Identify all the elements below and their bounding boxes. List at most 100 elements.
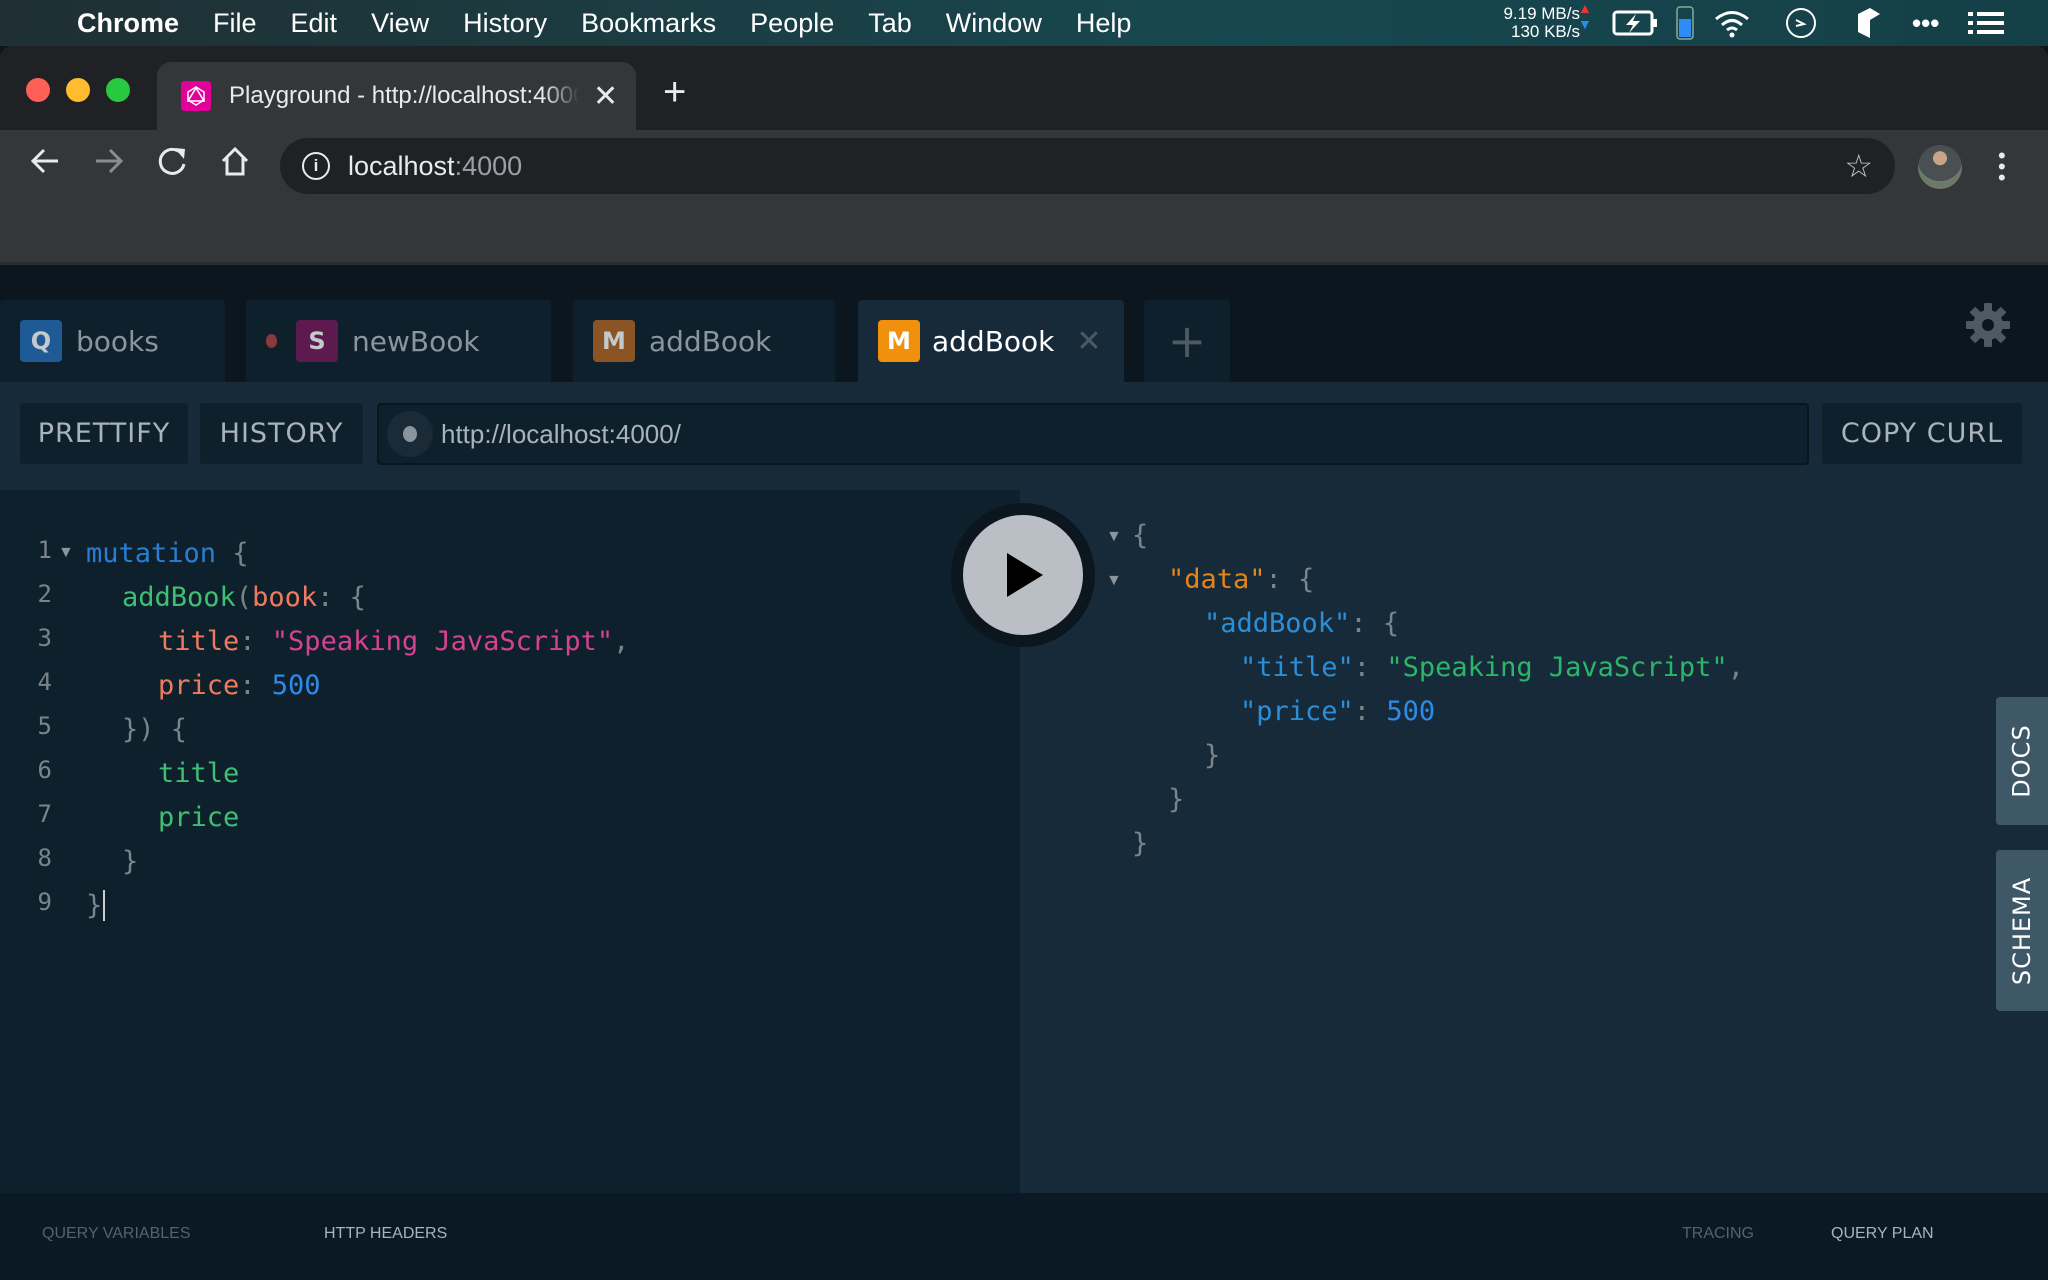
- code-line-4: price: 500: [158, 670, 321, 701]
- history-button[interactable]: HISTORY: [200, 403, 363, 464]
- code-line-8: }: [122, 846, 139, 877]
- tab-close-icon[interactable]: ✕: [1076, 324, 1101, 359]
- browser-tab-title: Playground - http://localhost:4000: [229, 82, 579, 109]
- menu-view[interactable]: View: [354, 8, 446, 39]
- result-line-7: }: [1168, 784, 1185, 815]
- window-minimize-button[interactable]: [66, 78, 90, 102]
- result-line-5: "price": 500: [1240, 696, 1436, 727]
- code-arg: title: [158, 626, 240, 657]
- clock-icon[interactable]: [1784, 0, 1818, 46]
- new-tab-button[interactable]: +: [663, 70, 686, 115]
- tab-label: addBook: [649, 324, 772, 358]
- result-line-2: "data": {: [1168, 564, 1315, 595]
- tracing-tab[interactable]: TRACING: [1682, 1225, 1754, 1243]
- battery-icon[interactable]: [1612, 0, 1660, 46]
- line-number: 4: [37, 668, 52, 696]
- code-line-9: }: [86, 884, 106, 928]
- endpoint-url: http://localhost:4000/: [441, 418, 681, 449]
- bookmark-star-icon[interactable]: ☆: [1844, 147, 1873, 185]
- site-info-icon[interactable]: i: [302, 152, 330, 180]
- result-line-8: }: [1132, 828, 1149, 859]
- window-maximize-button[interactable]: [106, 78, 130, 102]
- menu-file[interactable]: File: [196, 8, 274, 39]
- menu-history[interactable]: History: [446, 8, 564, 39]
- line-number: 1: [37, 536, 52, 564]
- tab-close-icon[interactable]: ✕: [593, 79, 618, 114]
- connection-status-icon: [387, 411, 433, 457]
- fold-arrow-icon[interactable]: ▼: [1106, 572, 1122, 590]
- code-keyword: mutation: [86, 538, 217, 569]
- app-status-icon[interactable]: [1854, 0, 1884, 46]
- playground-tab-newbook[interactable]: S newBook: [246, 300, 551, 382]
- json-key: "data": [1168, 564, 1266, 595]
- chrome-menu-icon[interactable]: • • •: [1998, 145, 2006, 189]
- line-number: 7: [37, 800, 52, 828]
- json-string: "Speaking JavaScript": [1386, 652, 1728, 683]
- menu-people[interactable]: People: [733, 8, 851, 39]
- result-line-1: {: [1132, 520, 1149, 551]
- subscription-badge: S: [296, 320, 338, 362]
- mutation-badge: M: [878, 320, 920, 362]
- network-monitor[interactable]: 9.19 MB/s 130 KB/s: [1470, 0, 1580, 46]
- result-line-4: "title": "Speaking JavaScript",: [1240, 652, 1744, 683]
- settings-gear-icon[interactable]: [1965, 302, 2011, 353]
- window-close-button[interactable]: [26, 78, 50, 102]
- menu-tab[interactable]: Tab: [851, 8, 929, 39]
- menu-edit[interactable]: Edit: [274, 8, 355, 39]
- graphql-favicon-icon: [181, 81, 211, 111]
- more-icon[interactable]: •••: [1912, 0, 1939, 46]
- schema-tab-label: SCHEMA: [2008, 876, 2037, 985]
- tab-label: books: [76, 324, 159, 358]
- query-plan-tab[interactable]: QUERY PLAN: [1831, 1225, 1934, 1243]
- code-number: 500: [271, 670, 321, 701]
- line-number: 6: [37, 756, 52, 784]
- back-icon[interactable]: [28, 144, 62, 183]
- prettify-button[interactable]: PRETTIFY: [20, 403, 188, 464]
- home-icon[interactable]: [218, 144, 252, 183]
- code-arg: price: [158, 670, 240, 701]
- menu-bookmarks[interactable]: Bookmarks: [564, 8, 733, 39]
- address-bar[interactable]: i localhost:4000 ☆: [280, 138, 1895, 194]
- reload-icon[interactable]: [155, 144, 189, 183]
- unsaved-dot-icon: [266, 334, 277, 348]
- code-line-1: mutation {: [86, 538, 249, 569]
- browser-blank-strip: [0, 195, 2048, 265]
- add-tab-button[interactable]: +: [1144, 300, 1230, 382]
- query-badge: Q: [20, 320, 62, 362]
- browser-tab[interactable]: Playground - http://localhost:4000 ✕: [157, 62, 636, 130]
- code-line-5: }) {: [122, 714, 188, 745]
- menu-help[interactable]: Help: [1059, 8, 1149, 39]
- menu-app-name[interactable]: Chrome: [60, 8, 196, 39]
- json-key: "title": [1240, 652, 1354, 683]
- forward-icon[interactable]: [92, 144, 126, 183]
- play-icon: [1007, 553, 1043, 597]
- line-number: 3: [37, 624, 52, 652]
- playground-tab-addbook-active[interactable]: M addBook ✕: [858, 300, 1124, 382]
- url-port: :4000: [454, 150, 523, 181]
- playground-tab-books[interactable]: Q books: [0, 300, 225, 382]
- list-icon[interactable]: [1968, 0, 2004, 46]
- schema-tab[interactable]: SCHEMA: [1996, 850, 2048, 1011]
- playground-tab-addbook[interactable]: M addBook: [573, 300, 835, 382]
- docs-tab-label: DOCS: [2008, 724, 2036, 798]
- endpoint-input[interactable]: http://localhost:4000/: [377, 403, 1809, 465]
- line-number: 8: [37, 844, 52, 872]
- docs-tab[interactable]: DOCS: [1996, 697, 2048, 825]
- tab-label: addBook: [932, 324, 1055, 358]
- code-line-7: price: [158, 796, 239, 840]
- code-arg: book: [252, 582, 318, 613]
- query-variables-tab[interactable]: QUERY VARIABLES: [42, 1225, 191, 1243]
- fold-arrow-icon[interactable]: ▼: [58, 544, 74, 562]
- mutation-badge: M: [593, 320, 635, 362]
- code-line-6: title: [158, 752, 239, 796]
- wifi-icon[interactable]: [1712, 0, 1752, 46]
- profile-avatar[interactable]: [1918, 145, 1962, 189]
- execute-query-button[interactable]: [951, 503, 1095, 647]
- storage-gauge-icon[interactable]: [1676, 0, 1694, 46]
- fold-arrow-icon[interactable]: ▼: [1106, 528, 1122, 546]
- line-number: 2: [37, 580, 52, 608]
- json-key: "addBook": [1204, 608, 1351, 639]
- menu-window[interactable]: Window: [929, 8, 1059, 39]
- copy-curl-button[interactable]: COPY CURL: [1822, 403, 2022, 464]
- http-headers-tab[interactable]: HTTP HEADERS: [324, 1225, 447, 1243]
